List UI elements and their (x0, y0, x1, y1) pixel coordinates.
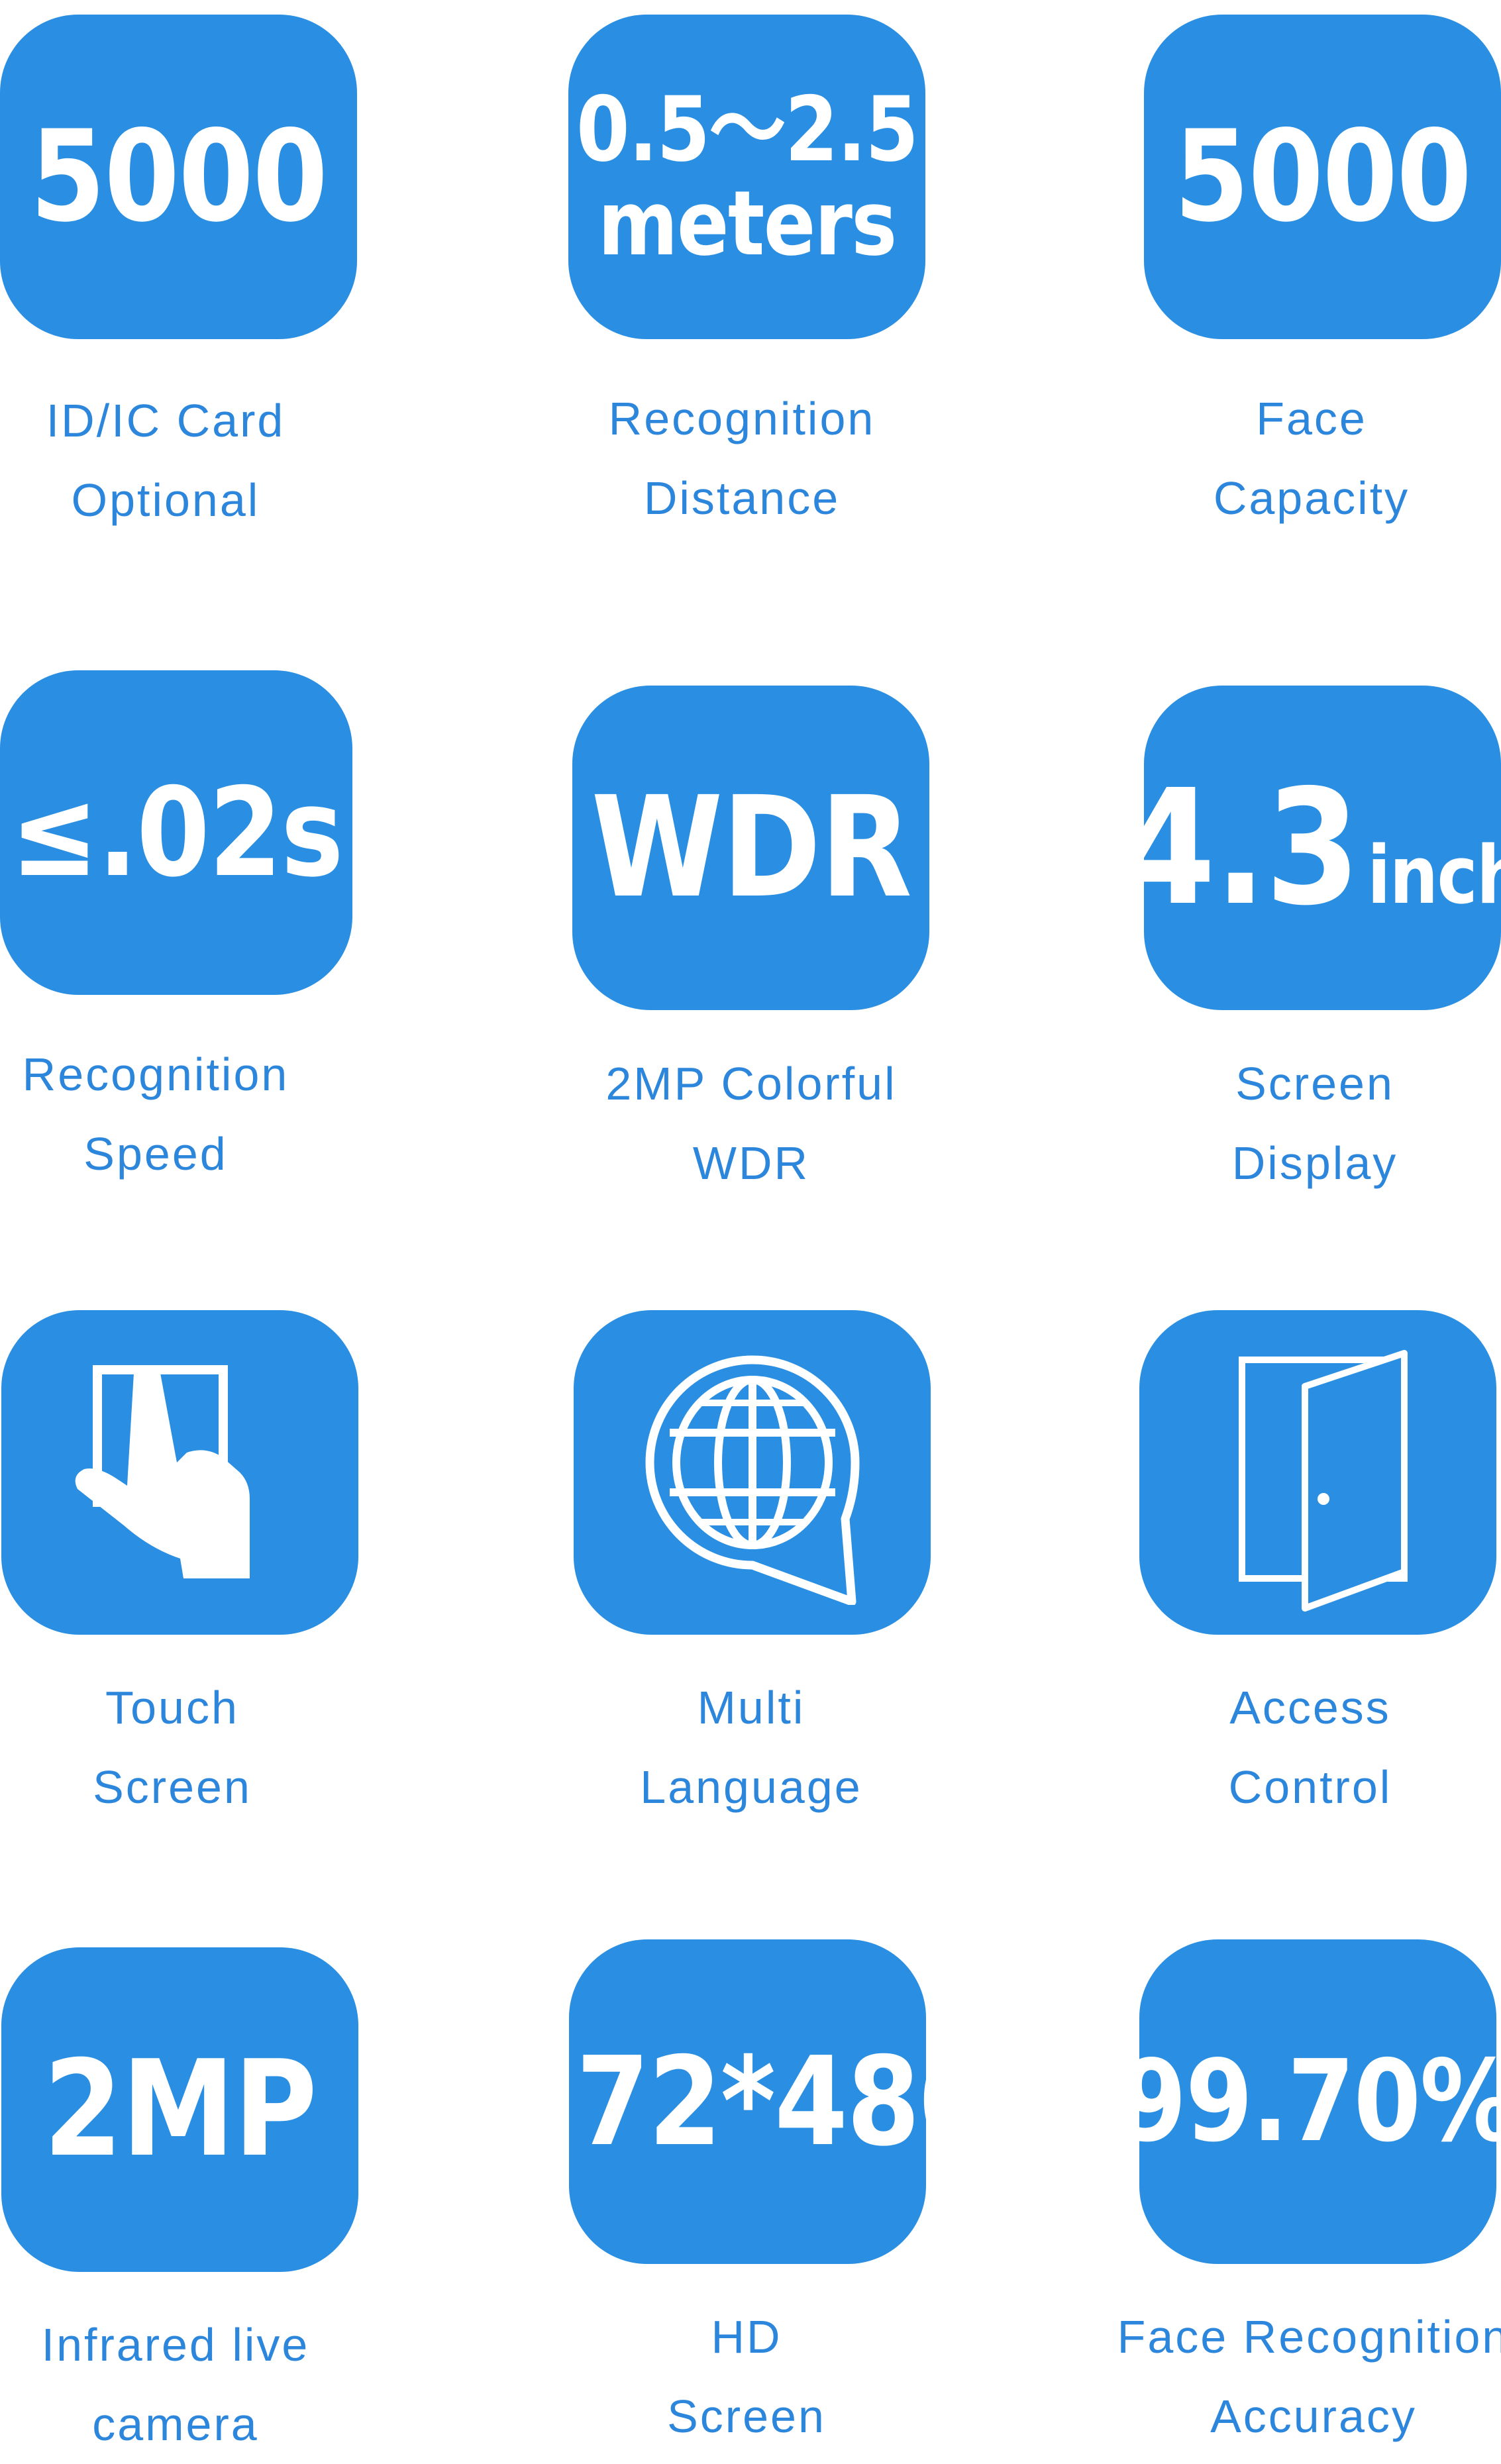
touch-hand-icon (75, 1365, 250, 1578)
tile-wdr: WDR (572, 686, 929, 1010)
caption-line: Screen (1235, 1058, 1394, 1109)
caption-hd-screen: HD Screen (462, 2297, 1031, 2456)
tile-value: ≤.02s (10, 760, 343, 904)
tile-face-capacity: 5000 (1144, 15, 1501, 339)
caption-id-ic-card: ID/IC Card Optional (0, 381, 450, 540)
tile-accuracy: 99.70% (1139, 1939, 1496, 2264)
tile-recognition-distance: 0.5～2.5 meters (568, 15, 925, 339)
tile-multi-language (574, 1310, 931, 1635)
globe-speech-icon (645, 1355, 859, 1605)
tile-value: 5000 (1174, 103, 1473, 250)
caption-line: Control (1228, 1761, 1392, 1813)
caption-recognition-speed: Recognition Speed (0, 1035, 440, 1194)
tile-card-capacity: 5000 (0, 15, 357, 339)
tile-value: 2MP (43, 2032, 317, 2186)
caption-line: Optional (71, 474, 260, 526)
tile-value: 4.3inch (1144, 768, 1501, 927)
caption-line: Recognition (22, 1049, 289, 1100)
caption-line: Capacity (1213, 472, 1410, 524)
caption-line: Language (640, 1761, 862, 1813)
tile-touch-screen (1, 1310, 358, 1635)
tile-value: 5000 (30, 103, 329, 250)
caption-line: Distance (643, 472, 841, 524)
tile-screen-size: 4.3inch (1144, 686, 1501, 1010)
tile-value: 272*480 (569, 2029, 926, 2173)
tile-infrared-camera: 2MP (1, 1947, 358, 2272)
caption-screen-display: Screen Display (1030, 1044, 1501, 1203)
caption-line: Multi (697, 1682, 805, 1733)
screen-size-unit: inch (1367, 830, 1501, 922)
caption-infrared-camera: Infrared live camera (0, 2305, 460, 2464)
tile-value-line: meters (597, 172, 897, 276)
caption-access-control: Access Control (1025, 1668, 1501, 1827)
caption-line: Speed (83, 1128, 228, 1180)
caption-line: Screen (93, 1761, 252, 1813)
caption-line: Screen (667, 2390, 826, 2442)
caption-line: HD (711, 2311, 782, 2363)
tile-value-line: 0.5～2.5 (576, 77, 919, 182)
open-door-icon (1238, 1350, 1408, 1612)
caption-line: Access (1229, 1682, 1391, 1733)
caption-line: Face Recognition (1117, 2311, 1501, 2363)
tile-recognition-speed: ≤.02s (0, 670, 352, 995)
tile-value: 99.70% (1139, 2036, 1496, 2167)
caption-line: camera (92, 2398, 259, 2450)
caption-multi-language: Multi Language (466, 1668, 1036, 1827)
caption-line: ID/IC Card (46, 395, 285, 446)
caption-recognition-distance: Recognition Distance (457, 379, 1027, 538)
caption-line: Infrared live (41, 2319, 310, 2371)
caption-touch-screen: Touch Screen (0, 1668, 457, 1827)
tile-value: 0.5～2.5 meters (576, 77, 919, 276)
caption-face-capacity: Face Capacity (1027, 379, 1501, 538)
caption-line: WDR (692, 1137, 810, 1189)
tile-value: WDR (590, 766, 912, 929)
caption-line: Accuracy (1210, 2390, 1417, 2442)
caption-line: Display (1231, 1137, 1398, 1189)
tile-hd-resolution: 272*480 (569, 1939, 926, 2264)
screen-size-number: 4.3 (1144, 755, 1361, 941)
caption-line: 2MP Colorful (605, 1058, 897, 1109)
tile-access-control (1139, 1310, 1496, 1635)
caption-line: Touch (105, 1682, 239, 1733)
caption-line: Face (1256, 393, 1367, 444)
caption-wdr: 2MP Colorful WDR (466, 1044, 1036, 1203)
caption-face-recognition-accuracy: Face Recognition Accuracy (1029, 2297, 1501, 2456)
caption-line: Recognition (608, 393, 876, 444)
